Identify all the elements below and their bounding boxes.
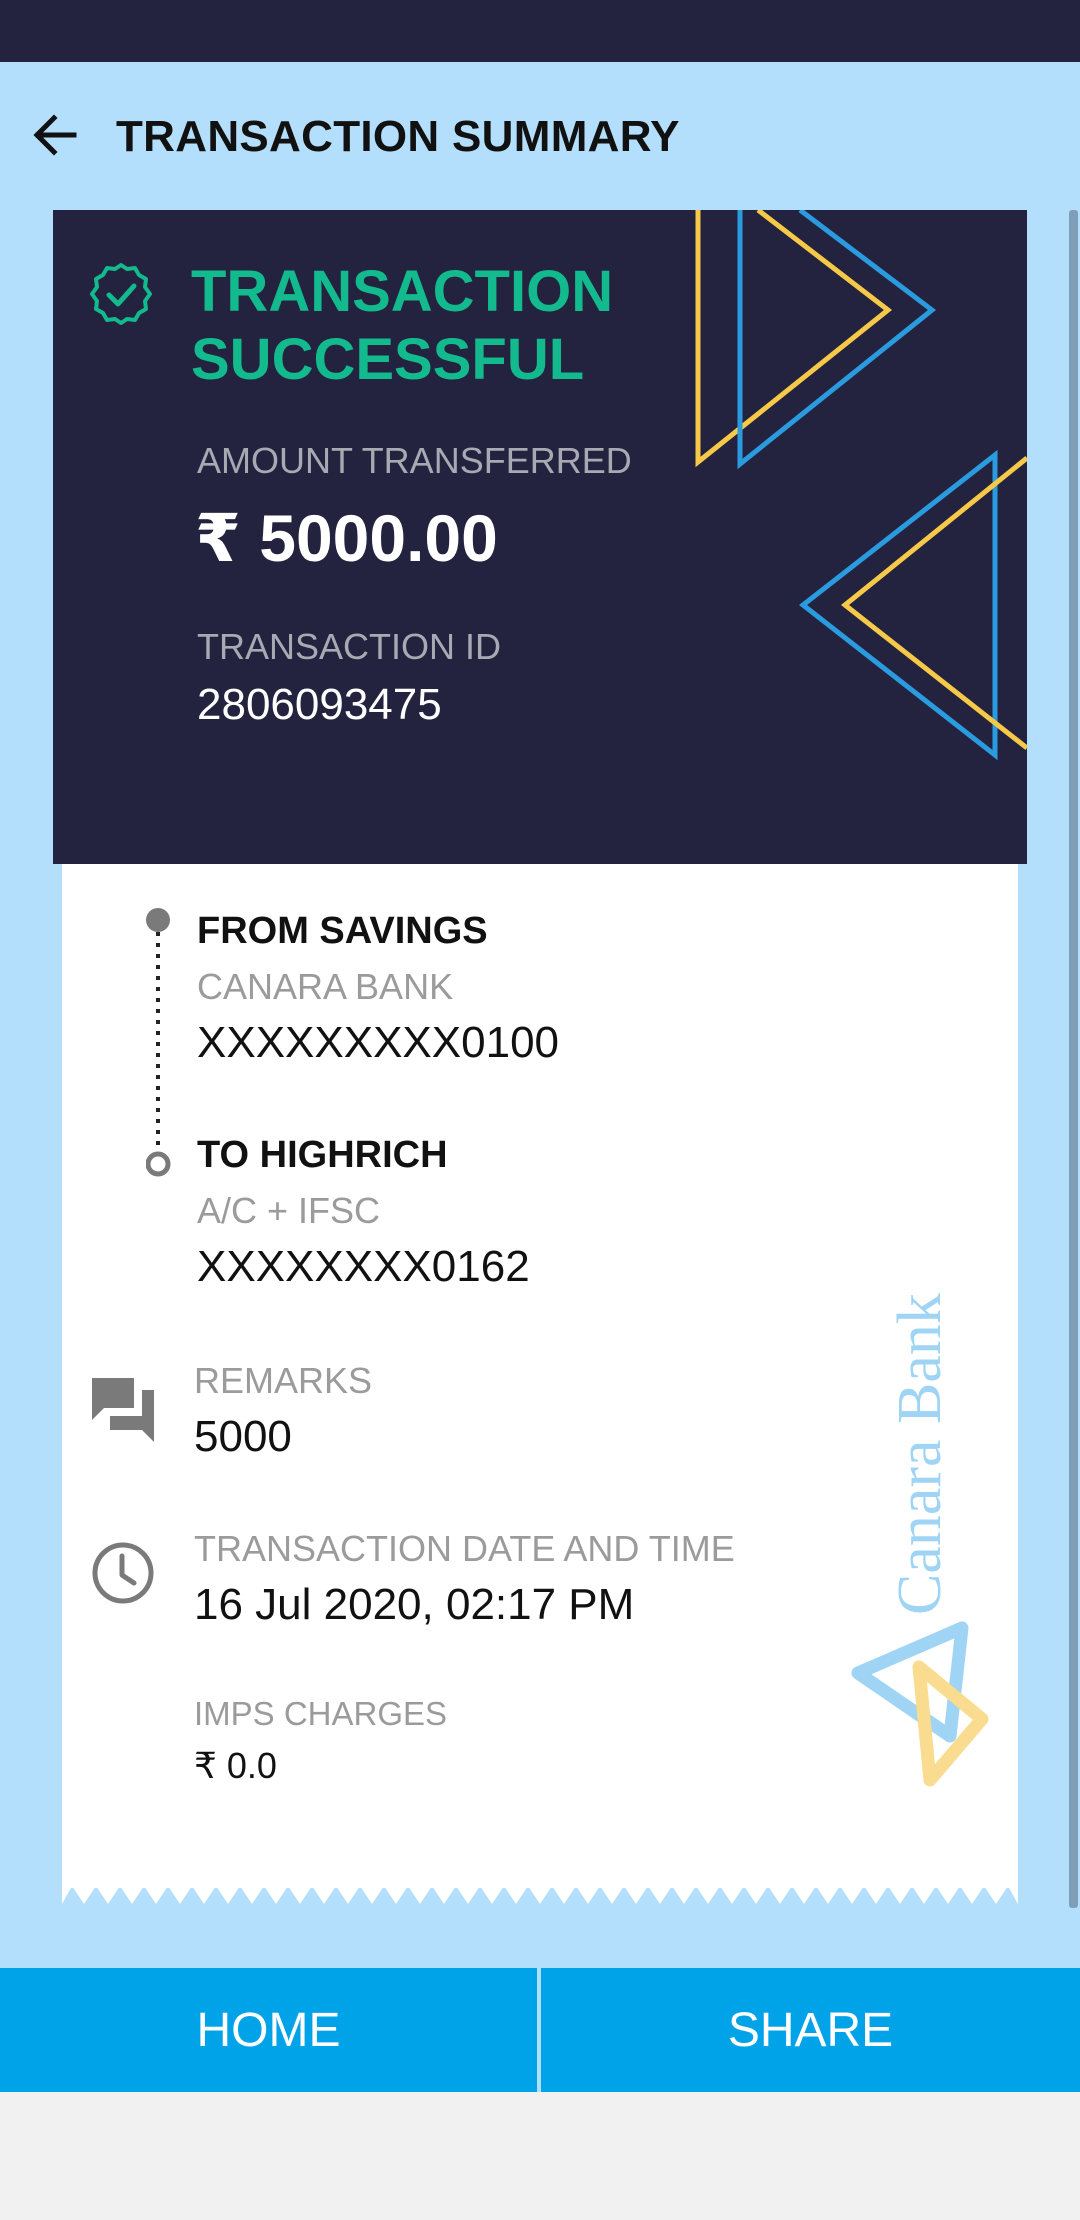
route-connector-icon [146,908,171,1177]
home-button-label: HOME [196,2003,341,2057]
clock-icon [92,1542,154,1604]
share-button[interactable]: SHARE [541,1968,1080,2092]
to-account-heading: TO HIGHRICH [197,1134,448,1176]
system-navigation-area [0,2092,1080,2220]
datetime-label: TRANSACTION DATE AND TIME [194,1528,735,1569]
canara-bank-watermark: Canara Bank [851,1293,989,1787]
transaction-id-value: 2806093475 [197,680,442,729]
share-button-label: SHARE [727,2003,894,2057]
scrollbar-thumb[interactable] [1069,210,1078,1908]
from-bank-name: CANARA BANK [197,966,454,1007]
from-account-number: XXXXXXXXX0100 [197,1018,560,1067]
page-title: TRANSACTION SUMMARY [116,112,680,161]
receipt-torn-edge [62,1878,1018,1904]
status-bar [0,0,1080,62]
amount-value: ₹ 5000.00 [195,501,498,575]
remarks-label: REMARKS [194,1360,373,1401]
to-account-number: XXXXXXXX0162 [197,1242,530,1291]
home-button[interactable]: HOME [0,1968,537,2092]
success-status: TRANSACTION SUCCESSFUL [191,259,614,392]
remarks-value: 5000 [194,1412,292,1461]
bottom-action-bar: HOME SHARE [0,1968,1080,2092]
success-card: TRANSACTION SUCCESSFUL AMOUNT TRANSFERRE… [53,210,1027,864]
to-account-type: A/C + IFSC [197,1190,381,1231]
transaction-id-label: TRANSACTION ID [197,626,502,667]
arrow-left-icon [33,114,77,156]
chat-bubbles-icon [92,1378,154,1442]
datetime-value: 16 Jul 2020, 02:17 PM [194,1580,635,1629]
imps-charges-label: IMPS CHARGES [194,1695,448,1732]
imps-charges-value: ₹ 0.0 [194,1745,277,1786]
from-account-heading: FROM SAVINGS [197,910,488,952]
app-header: TRANSACTION SUMMARY [0,62,1080,210]
amount-label: AMOUNT TRANSFERRED [197,440,632,481]
watermark-text: Canara Bank [886,1293,954,1615]
back-button[interactable] [26,104,88,166]
check-circle-icon [90,263,152,325]
